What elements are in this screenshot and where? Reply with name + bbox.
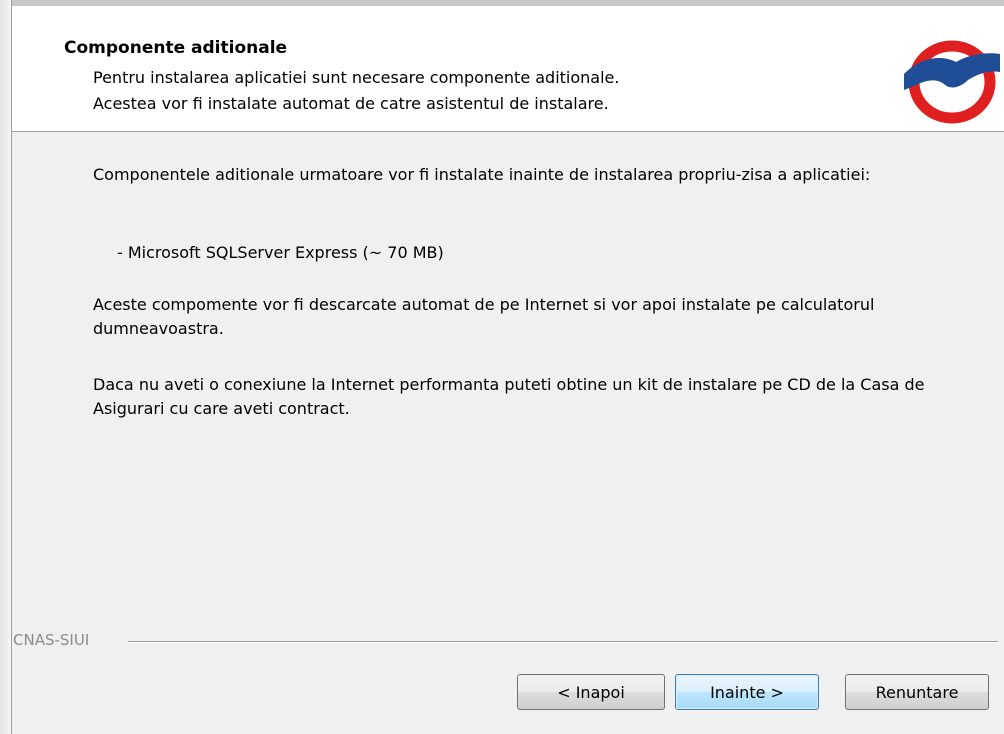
wizard-header: Componente aditionale Pentru instalarea … (12, 6, 1004, 132)
download-paragraph: Aceste compomente vor fi descarcate auto… (93, 295, 875, 338)
offline-kit-paragraph: Daca nu aveti o conexiune la Internet pe… (93, 375, 925, 418)
page-subtitle-line2: Acestea vor fi instalate automat de catr… (93, 94, 609, 113)
window-left-edge (0, 0, 12, 734)
page-subtitle-line1: Pentru instalarea aplicatiei sunt necesa… (93, 68, 620, 87)
cancel-button[interactable]: Renuntare (845, 674, 989, 710)
next-button[interactable]: Inainte > (675, 674, 819, 710)
cnas-logo-icon (904, 40, 1000, 124)
intro-paragraph: Componentele aditionale urmatoare vor fi… (93, 165, 871, 184)
component-list-item: - Microsoft SQLServer Express (~ 70 MB) (117, 243, 444, 262)
brand-label: CNAS-SIUI (13, 631, 90, 649)
back-button[interactable]: < Inapoi (517, 674, 665, 710)
footer-divider (128, 641, 998, 643)
installer-window: Componente aditionale Pentru instalarea … (0, 0, 1004, 734)
page-title: Componente aditionale (64, 38, 288, 58)
